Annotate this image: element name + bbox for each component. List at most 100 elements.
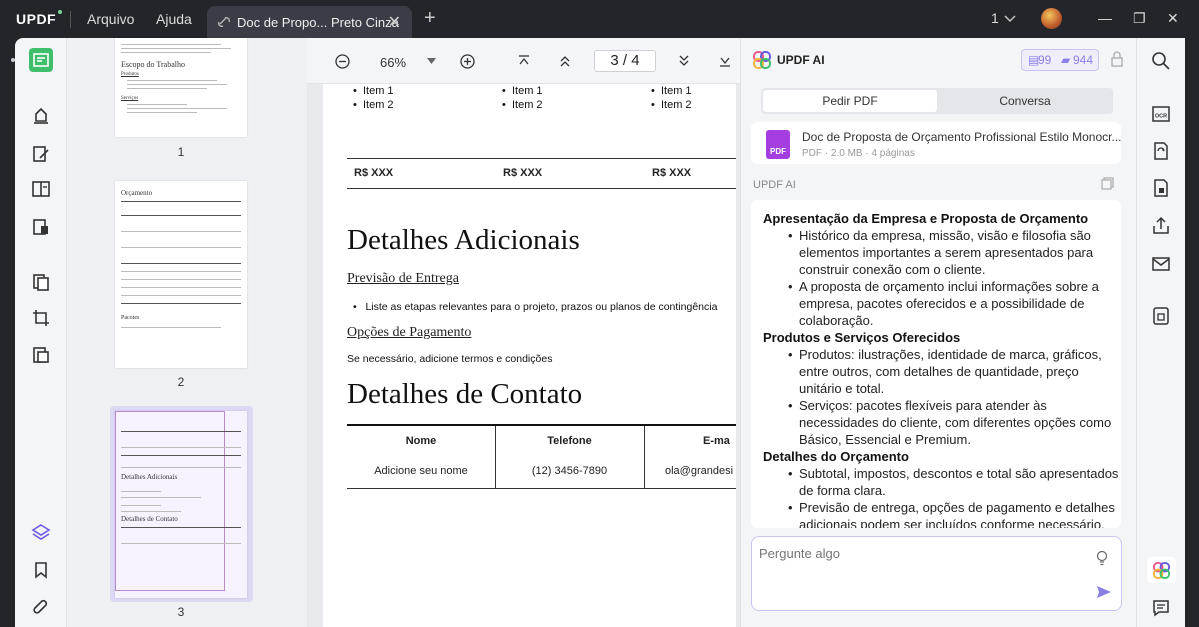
prompt-input[interactable]	[759, 546, 1079, 601]
crop-tool[interactable]	[29, 306, 53, 330]
copy-icon[interactable]	[1101, 177, 1114, 190]
email-icon[interactable]	[1151, 254, 1171, 274]
thumbnail-number: 1	[177, 145, 185, 159]
answer-bullet: Previsão de entrega, opções de pagamento…	[751, 499, 1121, 528]
credits-badge[interactable]: ▤ 99 ▰ 944	[1021, 49, 1099, 71]
answer-bullet: Produtos: ilustrações, identidade de mar…	[751, 346, 1121, 397]
bookmark-tool[interactable]	[29, 558, 53, 582]
protect-icon	[33, 347, 49, 363]
window-count[interactable]: 1	[991, 10, 999, 26]
comments-panel-icon[interactable]	[1151, 598, 1171, 618]
price-cell: R$ XXX	[652, 167, 692, 179]
heading-detalhes-contato: Detalhes de Contato	[347, 378, 583, 410]
ai-mode-tabs: Pedir PDF Conversa	[761, 88, 1113, 114]
answer-heading: Produtos e Serviços Oferecidos	[763, 330, 961, 345]
thumbnail-page-2[interactable]: Orçamento Pacotes	[115, 181, 247, 368]
maximize-button[interactable]: ❐	[1133, 10, 1146, 27]
reader-tool[interactable]	[29, 48, 53, 72]
bullet-text: • Liste as etapas relevantes para o proj…	[353, 301, 718, 313]
protect-pdf-icon[interactable]	[1151, 178, 1171, 198]
new-tab-button[interactable]: +	[424, 7, 436, 30]
zoom-dropdown-icon[interactable]	[427, 58, 436, 64]
send-icon[interactable]	[1096, 585, 1112, 599]
layers-tool[interactable]	[29, 520, 53, 544]
previous-page-icon[interactable]	[559, 55, 571, 67]
comment-tool[interactable]	[29, 104, 53, 128]
current-page: 3	[610, 52, 619, 69]
ocr-icon[interactable]: OCR	[1151, 104, 1171, 124]
comment-icon	[34, 107, 48, 124]
convert-pdf-icon[interactable]	[1151, 141, 1171, 161]
page-organize-icon	[32, 181, 50, 197]
last-page-icon[interactable]	[719, 55, 731, 67]
zoom-in-icon[interactable]	[460, 54, 475, 69]
share-icon[interactable]	[1151, 216, 1171, 236]
window-edge-right	[1185, 38, 1199, 627]
prompt-box	[751, 536, 1122, 611]
protect-tool[interactable]	[29, 343, 53, 367]
convert-tool[interactable]	[29, 270, 53, 294]
close-window-button[interactable]: ✕	[1167, 10, 1179, 27]
right-toolbar: OCR	[1136, 38, 1185, 627]
lightbulb-icon[interactable]	[1095, 550, 1109, 566]
file-card[interactable]: PDF Doc de Proposta de Orçamento Profiss…	[751, 122, 1121, 164]
page-organize-tool[interactable]	[29, 177, 53, 201]
table-cell: (12) 3456-7890	[531, 465, 608, 477]
menu-arquivo[interactable]: Arquivo	[87, 11, 134, 27]
answer-bullet: Serviços: pacotes flexíveis para atender…	[751, 397, 1121, 448]
crop-icon	[33, 310, 49, 326]
bullet-item: • Item 2	[502, 99, 543, 111]
table-header: Telefone	[547, 435, 592, 447]
layers-icon	[31, 524, 51, 540]
title-bar: UPDF Arquivo Ajuda Doc de Propo... Preto…	[0, 0, 1199, 38]
thumb-heading: Detalhes de Contato	[121, 515, 178, 523]
tab-pedir-pdf[interactable]: Pedir PDF	[763, 90, 937, 112]
credits-chats: 944	[1073, 53, 1094, 67]
page-separator: /	[622, 52, 628, 69]
ai-answer: Apresentação da Empresa e Proposta de Or…	[751, 200, 1121, 528]
bullet-item: • Item 1	[651, 85, 692, 97]
ai-assistant-button[interactable]	[1147, 557, 1176, 583]
form-tool[interactable]	[29, 215, 53, 239]
item-rows: • Item 1 • Item 2 • Item 1 • Item 2 • It…	[323, 84, 736, 114]
ai-logo-icon	[753, 51, 771, 69]
page-input[interactable]: 3 / 4	[594, 50, 656, 72]
answer-bullet: Histórico da empresa, missão, visão e fi…	[751, 227, 1121, 278]
ai-section-label: UPDF AI	[753, 179, 796, 191]
document-viewer: 66% 3 / 4 • Item 1 • Item 2 • Item 1 • I…	[307, 38, 740, 627]
viewer-toolbar: 66% 3 / 4	[307, 38, 740, 84]
left-toolbar	[15, 38, 67, 627]
svg-text:OCR: OCR	[1155, 114, 1167, 120]
close-tab-icon[interactable]: ✕	[388, 12, 401, 32]
minimize-button[interactable]: —	[1098, 10, 1112, 26]
answer-heading: Detalhes do Orçamento	[763, 449, 909, 464]
thumb-heading: Detalhes Adicionais	[121, 473, 178, 481]
document-tab[interactable]: Doc de Propo... Preto Cinza ✕	[207, 6, 412, 38]
first-page-icon[interactable]	[518, 55, 530, 67]
lock-icon[interactable]	[1111, 51, 1123, 67]
thumbnail-panel: Escopo do Trabalho Produtos Serviços 1 O…	[67, 38, 307, 627]
updf-logo[interactable]: UPDF	[16, 10, 63, 27]
window-edge-left	[0, 38, 15, 627]
avatar[interactable]	[1041, 8, 1062, 29]
bullet-item: • Item 2	[651, 99, 692, 111]
edit-tool[interactable]	[29, 142, 53, 166]
attachment-tool[interactable]	[29, 596, 53, 620]
price-cell: R$ XXX	[354, 167, 394, 179]
search-icon[interactable]	[1151, 51, 1171, 71]
tab-conversa[interactable]: Conversa	[939, 90, 1111, 112]
next-page-icon[interactable]	[678, 55, 690, 67]
zoom-out-icon[interactable]	[335, 54, 350, 69]
logo-text: UPDF	[16, 11, 57, 27]
bullet-item: • Item 1	[353, 85, 394, 97]
total-pages: 4	[631, 52, 640, 69]
thumbnail-page-3[interactable]: Detalhes Adicionais Detalhes de Contato	[115, 411, 247, 598]
save-icon[interactable]	[1151, 306, 1171, 326]
edit-icon	[33, 146, 49, 162]
zoom-level[interactable]: 66%	[380, 55, 406, 70]
reader-icon	[33, 53, 49, 67]
thumbnail-page-1[interactable]: Escopo do Trabalho Produtos Serviços	[115, 38, 247, 137]
menu-ajuda[interactable]: Ajuda	[156, 11, 192, 27]
subheading-previsao: Previsão de Entrega	[347, 271, 459, 286]
chevron-down-icon[interactable]	[1004, 14, 1016, 24]
